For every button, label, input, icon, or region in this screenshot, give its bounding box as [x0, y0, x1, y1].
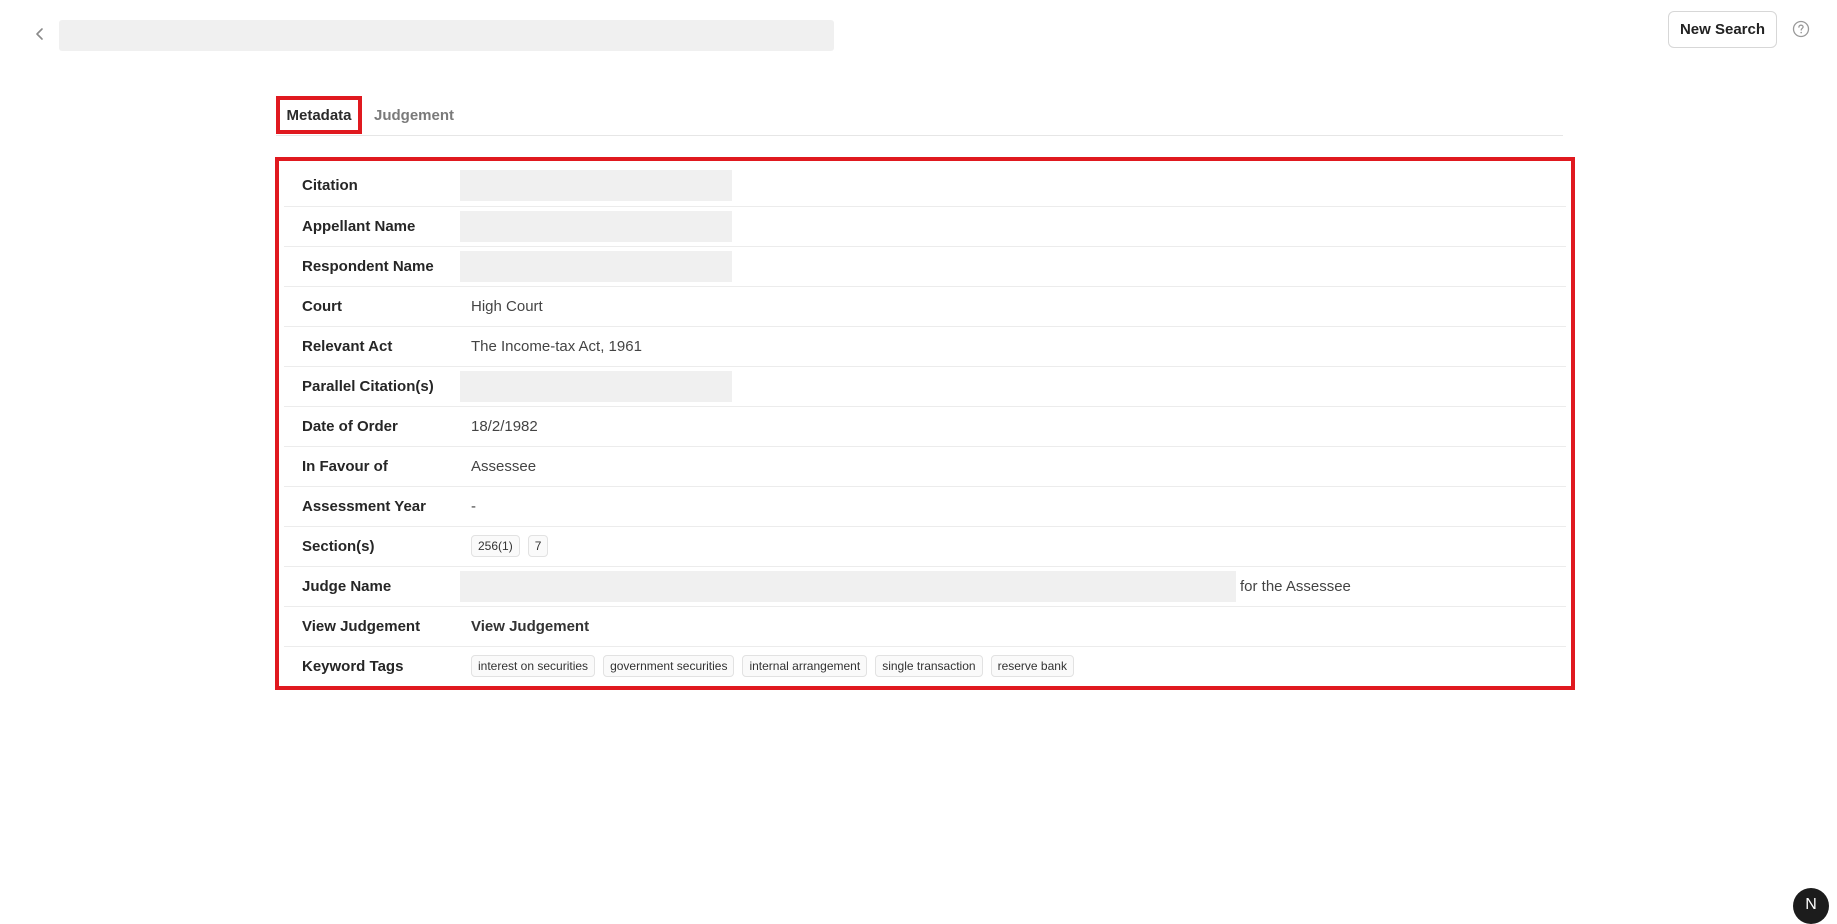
metadata-panel: Citation Appellant Name Respondent Name … — [275, 157, 1575, 690]
view-judgement-label: View Judgement — [302, 617, 421, 635]
help-button[interactable] — [1791, 19, 1811, 39]
help-circle-icon — [1792, 20, 1810, 38]
top-bar: New Search — [0, 0, 1837, 70]
table-row: Section(s) 256(1) 7 — [284, 526, 1566, 566]
date-of-order-label: Date of Order — [302, 417, 398, 435]
court-value: High Court — [471, 297, 543, 315]
new-search-button[interactable]: New Search — [1668, 11, 1777, 48]
citation-redacted — [460, 170, 732, 202]
table-row: View Judgement View Judgement — [284, 606, 1566, 646]
table-row: Judge Name for the Assessee — [284, 566, 1566, 606]
view-judgement-link[interactable]: View Judgement — [460, 618, 589, 635]
table-row: Appellant Name — [284, 206, 1566, 246]
table-row: Respondent Name — [284, 246, 1566, 286]
keyword-tag: single transaction — [875, 655, 983, 678]
chevron-left-icon — [36, 28, 43, 40]
relevant-act-label: Relevant Act — [302, 337, 393, 355]
keyword-tag: internal arrangement — [742, 655, 868, 678]
table-row: Assessment Year - — [284, 486, 1566, 526]
relevant-act-value: The Income-tax Act, 1961 — [471, 337, 642, 355]
sections-label: Section(s) — [302, 537, 375, 555]
appellant-redacted — [460, 210, 732, 242]
assessment-year-label: Assessment Year — [302, 497, 426, 515]
tab-judgement[interactable]: Judgement — [371, 96, 457, 134]
user-avatar-button[interactable]: N — [1793, 888, 1829, 924]
table-row: Keyword Tags interest on securities gove… — [284, 646, 1566, 686]
table-row: Court High Court — [284, 286, 1566, 326]
judge-name-label: Judge Name — [302, 577, 392, 595]
keyword-tags-list: interest on securities government securi… — [460, 655, 1565, 678]
keyword-tag: interest on securities — [471, 655, 596, 678]
keyword-tag: government securities — [603, 655, 735, 678]
table-row: Citation — [284, 166, 1566, 206]
parallel-citations-redacted — [460, 370, 732, 402]
respondent-redacted — [460, 250, 732, 282]
sections-list: 256(1) 7 — [460, 535, 1565, 557]
court-label: Court — [302, 297, 342, 315]
tab-bar: Metadata Judgement — [276, 94, 1563, 136]
in-favour-of-value: Assessee — [471, 457, 537, 475]
assessment-year-value: - — [471, 497, 476, 515]
parallel-citations-label: Parallel Citation(s) — [302, 377, 434, 395]
appellant-label: Appellant Name — [302, 217, 416, 235]
citation-label: Citation — [302, 177, 358, 195]
section-tag: 7 — [527, 535, 549, 557]
table-row: In Favour of Assessee — [284, 446, 1566, 486]
in-favour-of-label: In Favour of — [302, 457, 388, 475]
metadata-table: Citation Appellant Name Respondent Name … — [284, 166, 1566, 686]
judge-name-redacted — [460, 570, 1236, 602]
table-row: Date of Order 18/2/1982 — [284, 406, 1566, 446]
keyword-tags-label: Keyword Tags — [302, 657, 404, 675]
table-row: Parallel Citation(s) — [284, 366, 1566, 406]
case-title-redacted — [59, 20, 834, 51]
table-row: Relevant Act The Income-tax Act, 1961 — [284, 326, 1566, 366]
section-tag: 256(1) — [471, 535, 520, 557]
judge-name-suffix: for the Assessee — [1240, 577, 1351, 595]
tab-metadata[interactable]: Metadata — [276, 96, 362, 134]
date-of-order-value: 18/2/1982 — [471, 417, 538, 435]
back-button[interactable] — [28, 22, 52, 46]
keyword-tag: reserve bank — [990, 655, 1074, 678]
respondent-label: Respondent Name — [302, 257, 434, 275]
